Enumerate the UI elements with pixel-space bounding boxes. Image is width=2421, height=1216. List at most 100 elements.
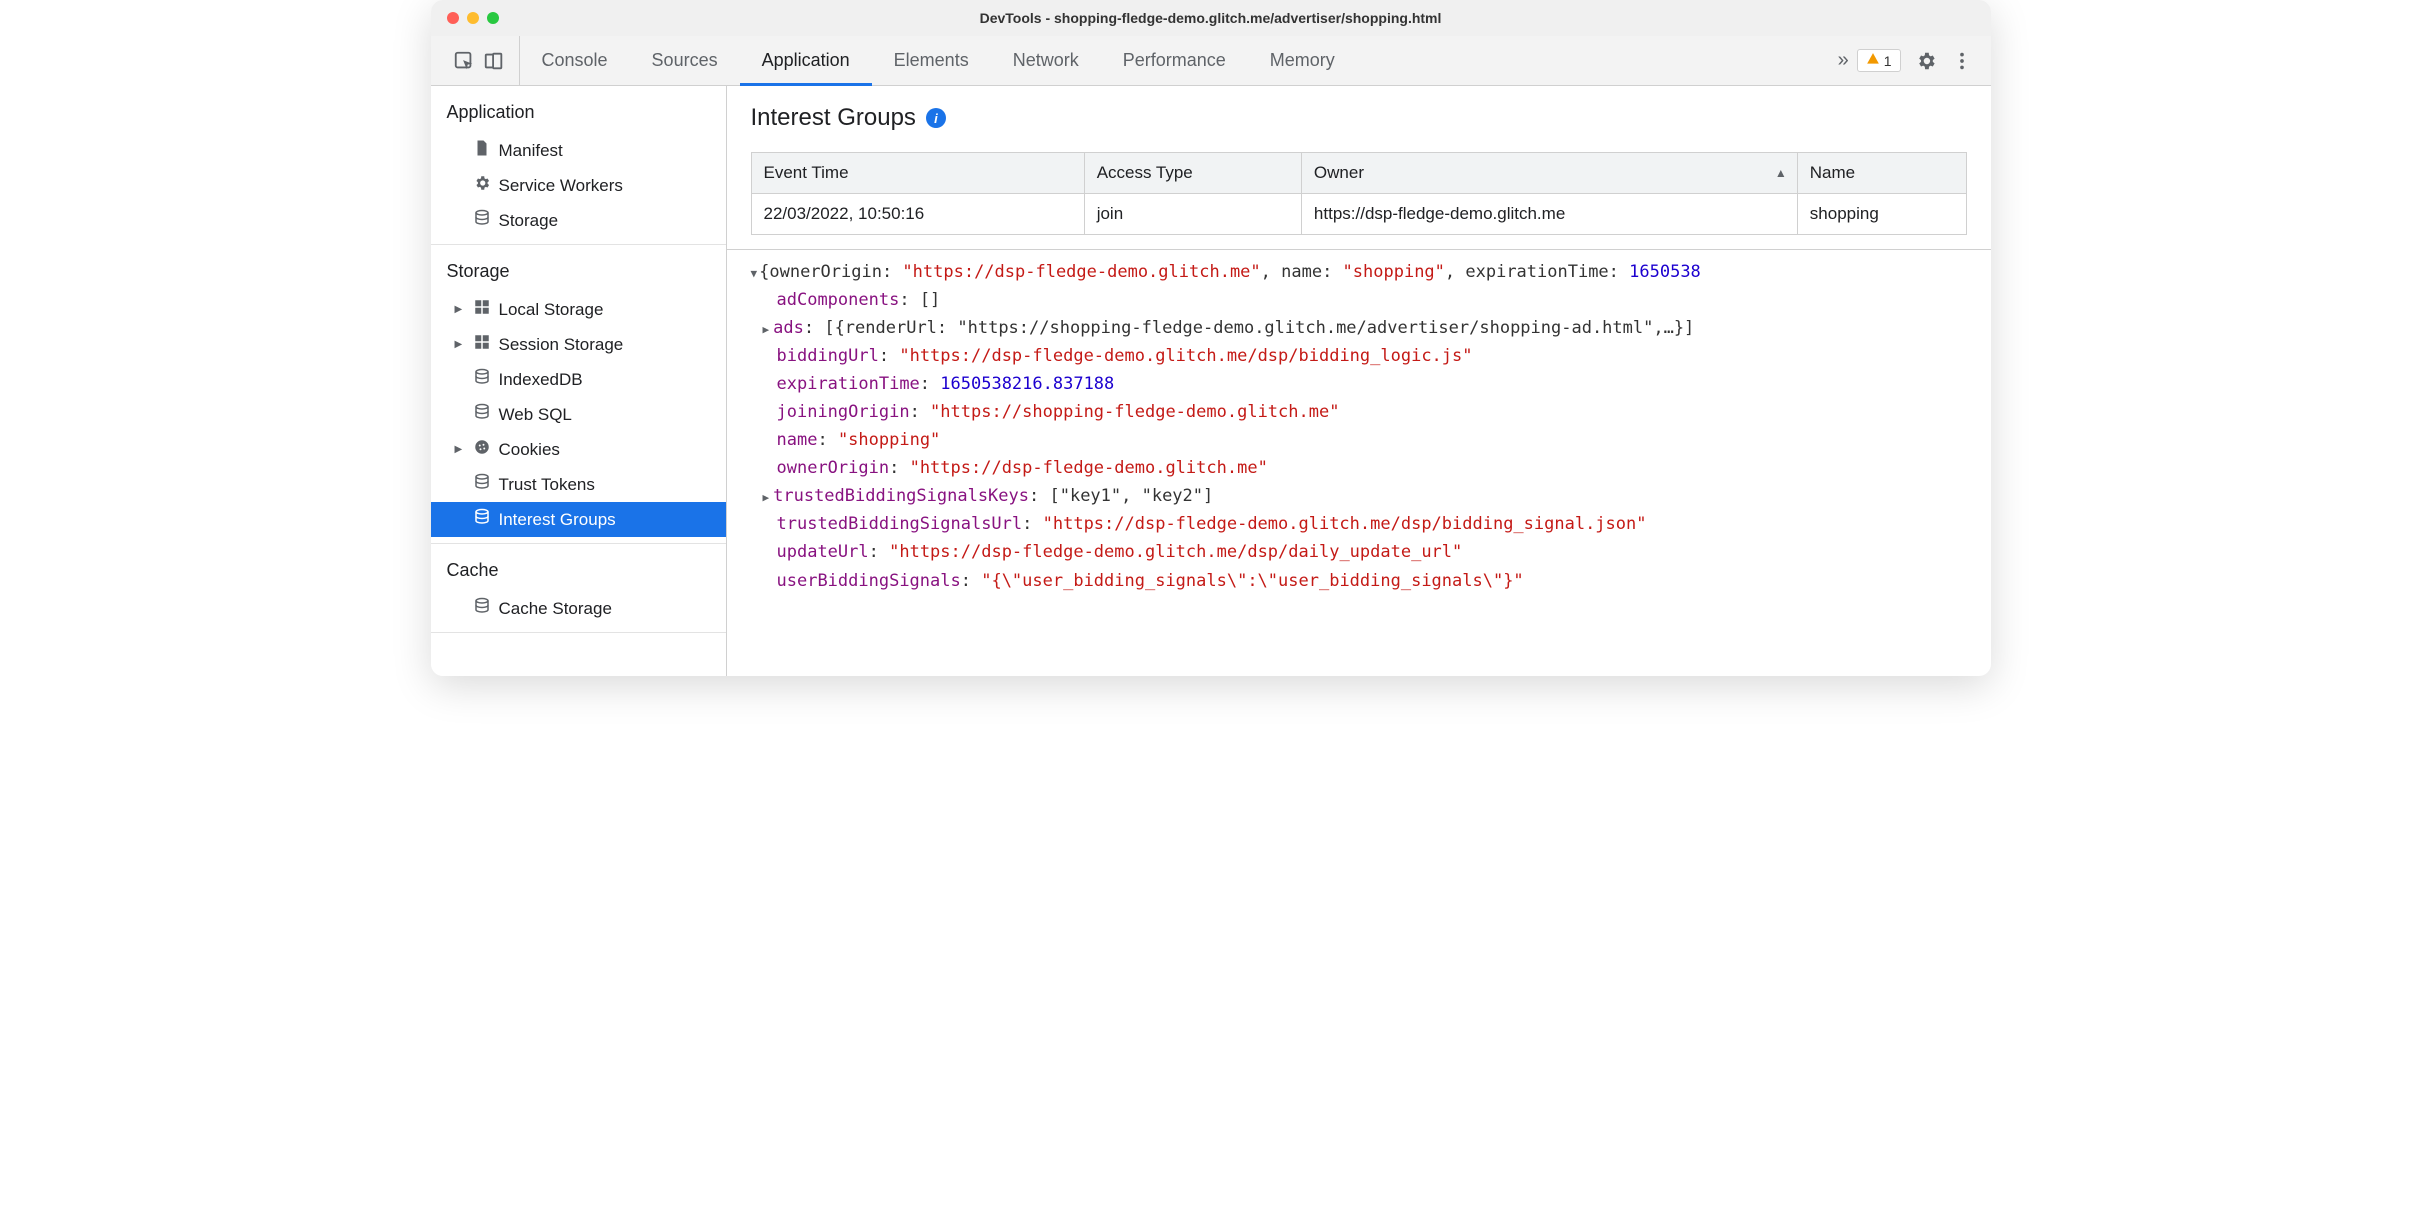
cookie-icon xyxy=(473,438,491,461)
object-summary-line[interactable]: ▼{ownerOrigin: "https://dsp-fledge-demo.… xyxy=(737,258,1981,286)
gear-icon xyxy=(473,174,491,197)
property-key: ownerOrigin xyxy=(777,458,890,478)
property-value: "shopping" xyxy=(838,430,940,450)
property-key: joiningOrigin xyxy=(777,402,910,422)
property-line[interactable]: joiningOrigin: "https://shopping-fledge-… xyxy=(737,398,1981,426)
table-cell: join xyxy=(1084,194,1301,235)
events-table: Event TimeAccess TypeOwner▲Name 22/03/20… xyxy=(751,152,1967,235)
column-header[interactable]: Access Type xyxy=(1084,153,1301,194)
window-title: DevTools - shopping-fledge-demo.glitch.m… xyxy=(447,10,1975,26)
property-line[interactable]: expirationTime: 1650538216.837188 xyxy=(737,370,1981,398)
devtools-tabs: ConsoleSourcesApplicationElementsNetwork… xyxy=(520,36,1830,85)
caret-right-icon: ▶ xyxy=(763,491,770,504)
table-row[interactable]: 22/03/2022, 10:50:16joinhttps://dsp-fled… xyxy=(751,194,1966,235)
property-value: ["key1", "key2"] xyxy=(1049,486,1213,506)
panel-header: Interest Groups i xyxy=(727,86,1991,142)
property-line[interactable]: updateUrl: "https://dsp-fledge-demo.glit… xyxy=(737,538,1981,566)
property-value: [] xyxy=(920,290,940,310)
database-icon xyxy=(473,209,491,232)
property-line[interactable]: ▶trustedBiddingSignalsKeys: ["key1", "ke… xyxy=(737,482,1981,510)
sidebar-item-label: Interest Groups xyxy=(499,510,616,530)
device-toolbar-icon[interactable] xyxy=(483,50,505,72)
tabbar-right-controls: 1 xyxy=(1857,49,1983,72)
property-value: "https://dsp-fledge-demo.glitch.me/dsp/b… xyxy=(1043,514,1647,534)
property-key: trustedBiddingSignalsKeys xyxy=(773,486,1029,506)
property-value: "https://dsp-fledge-demo.glitch.me/dsp/d… xyxy=(889,542,1462,562)
table-cell: shopping xyxy=(1797,194,1966,235)
property-key: updateUrl xyxy=(777,542,869,562)
property-line[interactable]: ▶ads: [{renderUrl: "https://shopping-fle… xyxy=(737,314,1981,342)
column-header[interactable]: Event Time xyxy=(751,153,1084,194)
sidebar-item-manifest[interactable]: ▶Manifest xyxy=(431,133,726,168)
property-value: "https://dsp-fledge-demo.glitch.me" xyxy=(910,458,1268,478)
database-icon xyxy=(473,403,491,426)
database-icon xyxy=(473,508,491,531)
inspect-element-icon[interactable] xyxy=(453,50,475,72)
property-key: ads xyxy=(773,318,804,338)
sidebar-item-label: Web SQL xyxy=(499,405,572,425)
sidebar-item-cache-storage[interactable]: ▶Cache Storage xyxy=(431,591,726,626)
sidebar-item-label: Cache Storage xyxy=(499,599,612,619)
window-controls xyxy=(447,12,499,24)
caret-right-icon: ▶ xyxy=(455,304,465,315)
property-line[interactable]: ownerOrigin: "https://dsp-fledge-demo.gl… xyxy=(737,454,1981,482)
sidebar-item-label: Manifest xyxy=(499,141,563,161)
column-header[interactable]: Owner▲ xyxy=(1301,153,1797,194)
property-key: expirationTime xyxy=(777,374,920,394)
caret-right-icon: ▶ xyxy=(763,323,770,336)
database-icon xyxy=(473,368,491,391)
tabbar-tool-icons xyxy=(439,36,520,85)
detail-viewer: ▼{ownerOrigin: "https://dsp-fledge-demo.… xyxy=(727,249,1991,676)
grid-icon xyxy=(473,298,491,321)
panel-title: Interest Groups xyxy=(751,104,916,132)
tab-memory[interactable]: Memory xyxy=(1248,36,1357,85)
property-value: "https://shopping-fledge-demo.glitch.me" xyxy=(930,402,1339,422)
minimize-window-button[interactable] xyxy=(467,12,479,24)
grid-icon xyxy=(473,333,491,356)
caret-down-icon: ▼ xyxy=(751,267,758,280)
maximize-window-button[interactable] xyxy=(487,12,499,24)
sidebar-item-cookies[interactable]: ▶Cookies xyxy=(431,432,726,467)
sidebar-item-local-storage[interactable]: ▶Local Storage xyxy=(431,292,726,327)
database-icon xyxy=(473,597,491,620)
file-icon xyxy=(473,139,491,162)
tab-sources[interactable]: Sources xyxy=(630,36,740,85)
property-value: [{renderUrl: "https://shopping-fledge-de… xyxy=(824,318,1694,338)
property-key: biddingUrl xyxy=(777,346,879,366)
devtools-body: Application▶Manifest▶Service Workers▶Sto… xyxy=(431,86,1991,676)
table-cell: 22/03/2022, 10:50:16 xyxy=(751,194,1084,235)
sidebar-item-session-storage[interactable]: ▶Session Storage xyxy=(431,327,726,362)
sidebar-item-service-workers[interactable]: ▶Service Workers xyxy=(431,168,726,203)
column-header[interactable]: Name xyxy=(1797,153,1966,194)
warnings-badge[interactable]: 1 xyxy=(1857,49,1901,72)
sidebar-item-storage[interactable]: ▶Storage xyxy=(431,203,726,238)
tab-console[interactable]: Console xyxy=(520,36,630,85)
sidebar-item-indexeddb[interactable]: ▶IndexedDB xyxy=(431,362,726,397)
sidebar-item-interest-groups[interactable]: ▶Interest Groups xyxy=(431,502,726,537)
property-line[interactable]: biddingUrl: "https://dsp-fledge-demo.gli… xyxy=(737,342,1981,370)
more-tabs-icon[interactable]: » xyxy=(1830,49,1857,72)
sidebar-item-label: IndexedDB xyxy=(499,370,583,390)
database-icon xyxy=(473,473,491,496)
sidebar-item-trust-tokens[interactable]: ▶Trust Tokens xyxy=(431,467,726,502)
settings-icon[interactable] xyxy=(1915,50,1937,72)
warnings-count: 1 xyxy=(1884,53,1892,69)
kebab-menu-icon[interactable] xyxy=(1951,50,1973,72)
devtools-window: DevTools - shopping-fledge-demo.glitch.m… xyxy=(431,0,1991,676)
info-icon[interactable]: i xyxy=(926,108,946,128)
sidebar-item-label: Storage xyxy=(499,211,559,231)
property-line[interactable]: name: "shopping" xyxy=(737,426,1981,454)
property-value: 1650538216.837188 xyxy=(940,374,1114,394)
property-line[interactable]: userBiddingSignals: "{\"user_bidding_sig… xyxy=(737,567,1981,595)
events-table-wrap: Event TimeAccess TypeOwner▲Name 22/03/20… xyxy=(727,142,1991,235)
tab-performance[interactable]: Performance xyxy=(1101,36,1248,85)
tab-elements[interactable]: Elements xyxy=(872,36,991,85)
sidebar-item-web-sql[interactable]: ▶Web SQL xyxy=(431,397,726,432)
close-window-button[interactable] xyxy=(447,12,459,24)
tab-network[interactable]: Network xyxy=(991,36,1101,85)
property-line[interactable]: trustedBiddingSignalsUrl: "https://dsp-f… xyxy=(737,510,1981,538)
sort-indicator-icon: ▲ xyxy=(1775,166,1787,180)
tab-application[interactable]: Application xyxy=(740,36,872,85)
property-line[interactable]: adComponents: [] xyxy=(737,286,1981,314)
caret-right-icon: ▶ xyxy=(455,444,465,455)
